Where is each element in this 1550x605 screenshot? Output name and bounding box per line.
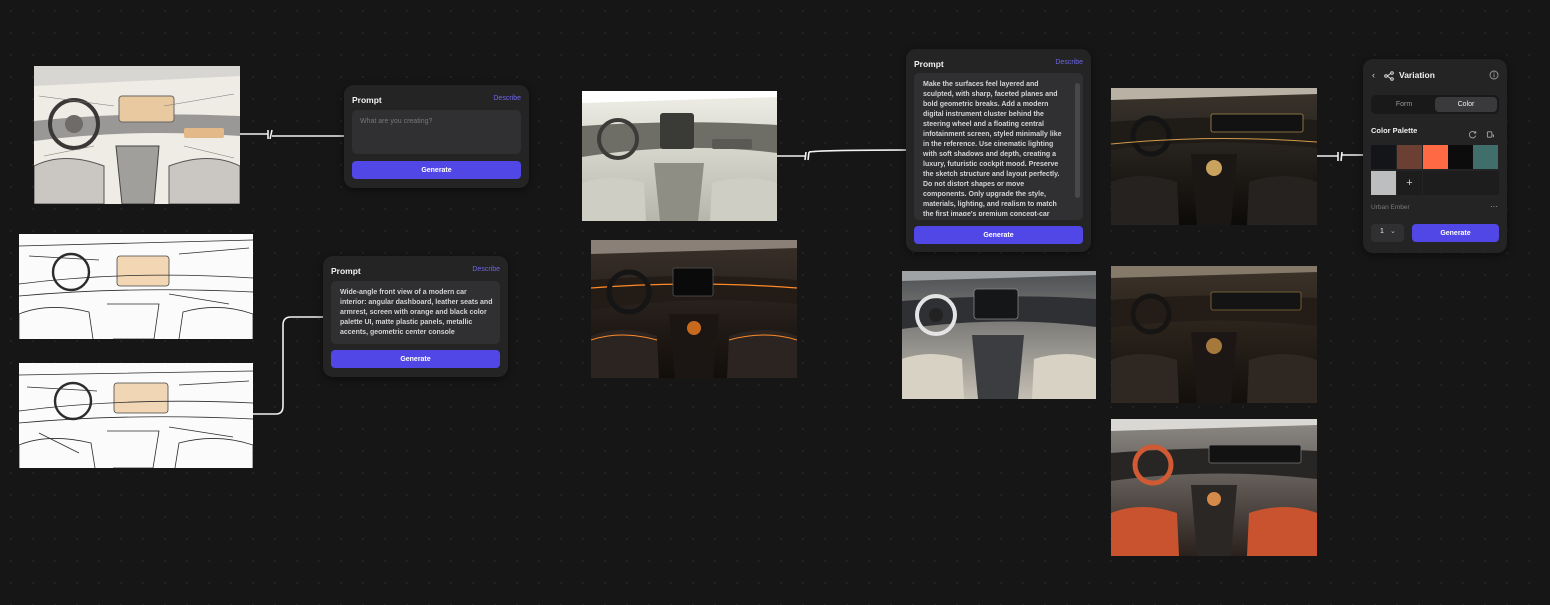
swatch-6[interactable]	[1371, 171, 1396, 195]
bucket-icon[interactable]	[1486, 126, 1495, 144]
refresh-icon[interactable]	[1468, 126, 1477, 144]
plus-icon: +	[1406, 177, 1413, 189]
variation-panel: ‹ Variation Form Color Color Palette + U…	[1363, 59, 1507, 253]
count-value: 1	[1380, 228, 1384, 235]
describe-link[interactable]: Describe	[493, 95, 521, 102]
describe-link[interactable]: Describe	[472, 266, 500, 273]
swatch-3[interactable]	[1423, 145, 1448, 169]
image-render-dark-orange[interactable]	[591, 240, 797, 378]
prompt-text: Make the surfaces feel layered and sculp…	[923, 81, 1064, 216]
prompt-text: Wide-angle front view of a modern car in…	[340, 289, 493, 336]
color-palette: +	[1371, 145, 1499, 195]
image-sketch-lineart-2[interactable]	[19, 363, 253, 468]
image-variation-3[interactable]	[1111, 419, 1317, 556]
generate-button[interactable]: Generate	[1412, 224, 1499, 242]
swatch-4[interactable]	[1448, 145, 1473, 169]
describe-link[interactable]: Describe	[1055, 59, 1083, 66]
swatch-2[interactable]	[1397, 145, 1422, 169]
add-color-button[interactable]: +	[1397, 171, 1422, 195]
wire-sketch-to-prompt1	[240, 129, 344, 140]
prompt-title: Prompt	[352, 95, 382, 105]
image-render-light[interactable]	[902, 271, 1096, 399]
wire-sketch-to-prompt2	[253, 316, 323, 415]
image-variation-2[interactable]	[1111, 266, 1317, 403]
image-variation-1[interactable]	[1111, 88, 1317, 225]
palette-label: Color Palette	[1371, 126, 1418, 135]
more-options-icon[interactable]: ···	[1490, 202, 1498, 211]
variation-title: Variation	[1399, 70, 1435, 80]
prompt-input[interactable]: Wide-angle front view of a modern car in…	[331, 281, 500, 344]
tab-form[interactable]: Form	[1373, 97, 1435, 112]
scrollbar[interactable]	[1075, 83, 1080, 198]
generate-button[interactable]: Generate	[331, 350, 500, 368]
generate-button[interactable]: Generate	[352, 161, 521, 179]
prompt-placeholder: What are you creating?	[360, 118, 433, 125]
prompt-input[interactable]: What are you creating?	[352, 110, 521, 154]
prompt-input[interactable]: Make the surfaces feel layered and sculp…	[914, 73, 1083, 220]
tab-color[interactable]: Color	[1435, 97, 1497, 112]
swatch-1[interactable]	[1371, 145, 1396, 169]
palette-name: Urban Ember	[1371, 204, 1410, 211]
prompt-node-2: Prompt Describe Wide-angle front view of…	[323, 256, 508, 377]
image-sketch-lineart-1[interactable]	[19, 234, 253, 339]
variation-header: ‹ Variation	[1371, 70, 1499, 82]
count-select[interactable]: 1 ⌄	[1371, 224, 1404, 242]
chevron-down-icon: ⌄	[1390, 228, 1396, 235]
prompt-node-1: Prompt Describe What are you creating? G…	[344, 85, 529, 188]
prompt-node-3: Prompt Describe Make the surfaces feel l…	[906, 49, 1091, 252]
info-icon[interactable]	[1489, 70, 1499, 82]
palette-empty-area	[1423, 171, 1499, 195]
prompt-title: Prompt	[914, 59, 944, 69]
swatch-5[interactable]	[1473, 145, 1498, 169]
image-render-greyscale[interactable]	[582, 91, 777, 221]
chevron-left-icon[interactable]: ‹	[1372, 70, 1375, 80]
image-sketch-shaded[interactable]	[34, 66, 240, 204]
variation-tabs: Form Color	[1371, 95, 1499, 114]
generate-button[interactable]: Generate	[914, 226, 1083, 244]
prompt-title: Prompt	[331, 266, 361, 276]
branch-icon	[1384, 71, 1394, 83]
wire-variation-to-panel	[1317, 151, 1363, 162]
wire-render-to-prompt3	[777, 149, 907, 161]
